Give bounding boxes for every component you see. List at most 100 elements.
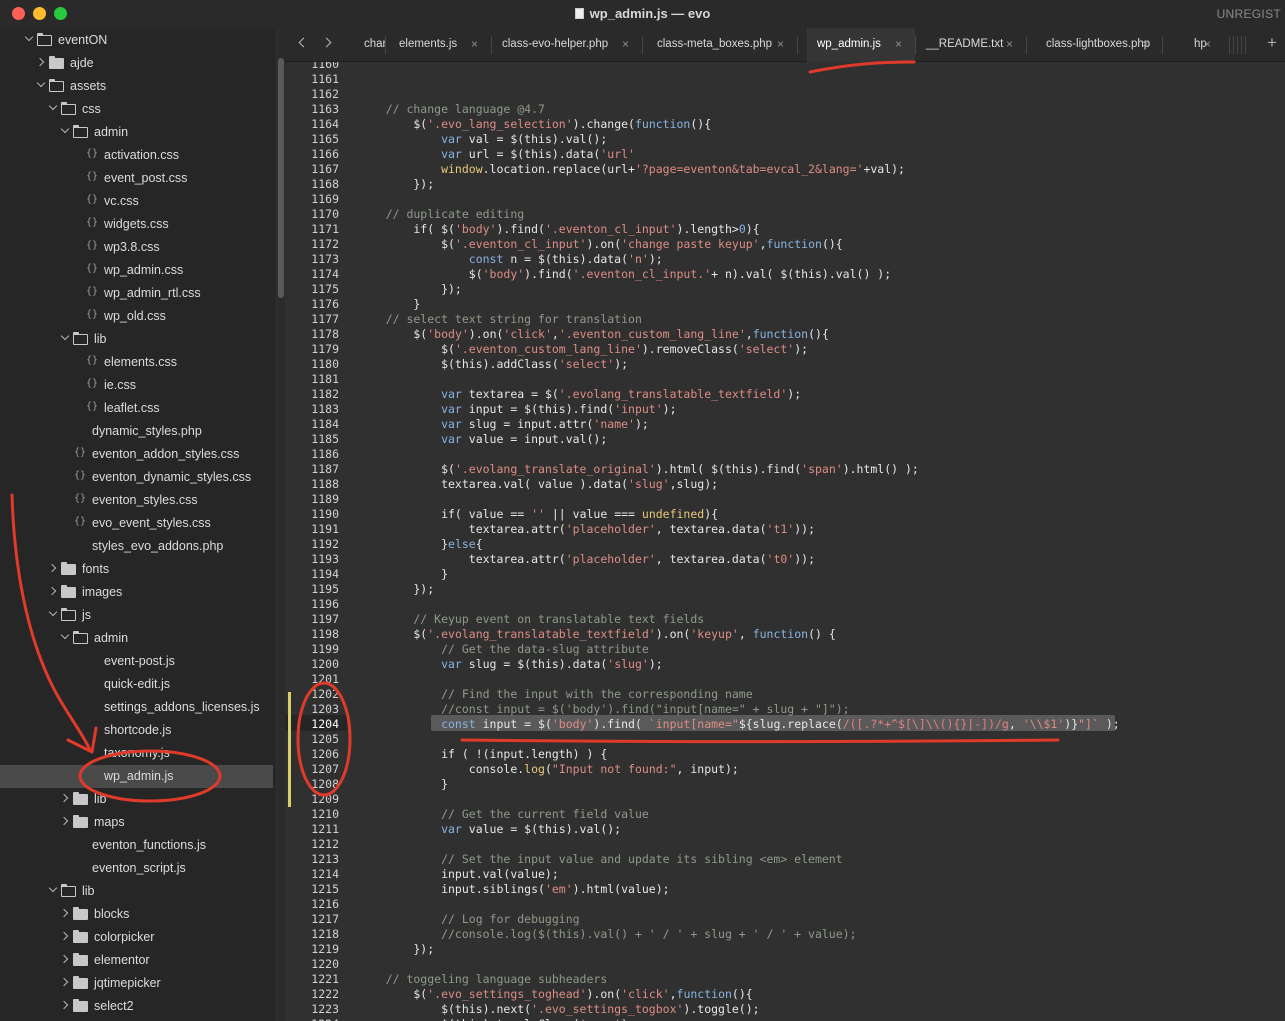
- code-editor[interactable]: 1160 1161 1162 1163 1164 1165 1166 1167 1168 1169…: [285, 62, 1285, 1021]
- chevron-down-icon[interactable]: [61, 632, 70, 641]
- sidebar-item[interactable]: {} wp_admin.css: [0, 259, 273, 282]
- code-line[interactable]: console.log("Input not found:", input);: [358, 762, 739, 776]
- code-line[interactable]: // toggeling language subheaders: [358, 972, 608, 986]
- sidebar-item[interactable]: {} vc.css: [0, 190, 273, 213]
- sidebar-item[interactable]: {} event_post.css: [0, 167, 273, 190]
- code-line[interactable]: });: [358, 177, 434, 191]
- code-line[interactable]: input.siblings('em').html(value);: [358, 882, 670, 896]
- code-line[interactable]: var slug = $(this).data('slug');: [358, 657, 663, 671]
- sidebar-item[interactable]: {} eventon_styles.css: [0, 489, 273, 512]
- sidebar-item[interactable]: quick-edit.js: [0, 673, 273, 696]
- code-line[interactable]: // Find the input with the corresponding…: [358, 687, 753, 701]
- chevron-right-icon[interactable]: [61, 977, 70, 986]
- tab[interactable]: char: [361, 28, 386, 62]
- sidebar-item[interactable]: wp_admin.js: [0, 765, 273, 788]
- code-line[interactable]: const input = $('body').find( `input[nam…: [358, 717, 1120, 731]
- code-line[interactable]: $('.evolang_translatable_textfield').on(…: [358, 627, 835, 641]
- sidebar-item[interactable]: {} evo_event_styles.css: [0, 512, 273, 535]
- tab[interactable]: __README.txt ×: [916, 28, 1026, 62]
- chevron-right-icon[interactable]: [61, 954, 70, 963]
- code-line[interactable]: }else{: [358, 537, 483, 551]
- code-line[interactable]: // duplicate editing: [358, 207, 524, 221]
- chevron-right-icon[interactable]: [61, 816, 70, 825]
- tab-forward-icon[interactable]: [321, 36, 335, 50]
- code-line[interactable]: textarea.attr('placeholder', textarea.da…: [358, 552, 815, 566]
- chevron-down-icon[interactable]: [25, 34, 34, 43]
- sidebar-item[interactable]: {} wp_admin_rtl.css: [0, 282, 273, 305]
- tab[interactable]: elements.js ×: [389, 28, 491, 62]
- new-tab-icon[interactable]: +: [1267, 33, 1277, 53]
- code-line[interactable]: // Set the input value and update its si…: [358, 852, 843, 866]
- code-line[interactable]: $(this).toggleClass('open');: [358, 1017, 635, 1021]
- code-line[interactable]: }: [358, 297, 420, 311]
- code-line[interactable]: }: [358, 777, 448, 791]
- sidebar-scrollbar[interactable]: [277, 28, 285, 1021]
- close-tab-icon[interactable]: ×: [1142, 37, 1149, 51]
- sidebar-item[interactable]: {} wp_old.css: [0, 305, 273, 328]
- code-line[interactable]: $('body').on('click','.eventon_custom_la…: [358, 327, 829, 341]
- code-line[interactable]: //const input = $('body').find("input[na…: [358, 702, 850, 716]
- sidebar-item[interactable]: shortcode.js: [0, 719, 273, 742]
- sidebar-item[interactable]: {} ie.css: [0, 374, 273, 397]
- sidebar-item[interactable]: {} activation.css: [0, 144, 273, 167]
- chevron-down-icon[interactable]: [49, 609, 58, 618]
- close-tab-icon[interactable]: ×: [895, 37, 902, 51]
- sidebar-item[interactable]: {} widgets.css: [0, 213, 273, 236]
- close-tab-icon[interactable]: ×: [471, 37, 478, 51]
- code-line[interactable]: input.val(value);: [358, 867, 559, 881]
- sidebar-item[interactable]: blocks: [0, 903, 273, 926]
- sidebar-item[interactable]: lib: [0, 788, 273, 811]
- chevron-right-icon[interactable]: [61, 908, 70, 917]
- sidebar-item[interactable]: fonts: [0, 558, 273, 581]
- code-line[interactable]: $('body').find('.eventon_cl_input.'+ n).…: [358, 267, 891, 281]
- chevron-down-icon[interactable]: [49, 885, 58, 894]
- chevron-down-icon[interactable]: [49, 103, 58, 112]
- code-line[interactable]: $('.eventon_cl_input').on('change paste …: [358, 237, 843, 251]
- sidebar-item[interactable]: styles_evo_addons.php: [0, 535, 273, 558]
- code-line[interactable]: const n = $(this).data('n');: [358, 252, 663, 266]
- code-line[interactable]: //console.log($(this).val() + ' / ' + sl…: [358, 927, 856, 941]
- chevron-right-icon[interactable]: [61, 1000, 70, 1009]
- code-line[interactable]: $('.evolang_translate_original').html( $…: [358, 462, 919, 476]
- tab-back-icon[interactable]: [295, 36, 309, 50]
- sidebar-item[interactable]: colorpicker: [0, 926, 273, 949]
- tab[interactable]: wp_admin.js ×: [807, 28, 915, 62]
- sidebar-item[interactable]: eventon_script.js: [0, 857, 273, 880]
- close-tab-icon[interactable]: ×: [622, 37, 629, 51]
- code-line[interactable]: var url = $(this).data('url': [358, 147, 635, 161]
- code-line[interactable]: var value = input.val();: [358, 432, 607, 446]
- tab[interactable]: class-lightboxes.php ×: [1036, 28, 1162, 62]
- chevron-right-icon[interactable]: [49, 563, 58, 572]
- sidebar-item[interactable]: {} leaflet.css: [0, 397, 273, 420]
- code-line[interactable]: var input = $(this).find('input');: [358, 402, 676, 416]
- chevron-right-icon[interactable]: [61, 793, 70, 802]
- sidebar-item[interactable]: images: [0, 581, 273, 604]
- sidebar-item[interactable]: css: [0, 98, 273, 121]
- code-line[interactable]: if( $('body').find('.eventon_cl_input').…: [358, 222, 759, 236]
- code-line[interactable]: textarea.attr('placeholder', textarea.da…: [358, 522, 815, 536]
- code-line[interactable]: var value = $(this).val();: [358, 822, 621, 836]
- chevron-right-icon[interactable]: [49, 586, 58, 595]
- code-line[interactable]: $('.evo_settings_toghead').on('click',fu…: [358, 987, 752, 1001]
- code-line[interactable]: });: [358, 582, 434, 596]
- close-tab-icon[interactable]: ×: [777, 37, 784, 51]
- code-line[interactable]: // select text string for translation: [358, 312, 642, 326]
- code-line[interactable]: // Get the data-slug attribute: [358, 642, 649, 656]
- sidebar-item[interactable]: assets: [0, 75, 273, 98]
- sidebar-item[interactable]: maps: [0, 811, 273, 834]
- close-tab-icon[interactable]: ×: [1204, 37, 1211, 51]
- sidebar-item[interactable]: admin: [0, 627, 273, 650]
- code-line[interactable]: var slug = input.attr('name');: [358, 417, 649, 431]
- sidebar-item[interactable]: lib: [0, 328, 273, 351]
- code-line[interactable]: $('.evo_lang_selection').change(function…: [358, 117, 711, 131]
- tab[interactable]: class-evo-helper.php ×: [492, 28, 642, 62]
- sidebar-item[interactable]: {} elements.css: [0, 351, 273, 374]
- sidebar-item[interactable]: select2: [0, 995, 273, 1018]
- code-line[interactable]: $(this).next('.evo_settings_togbox').tog…: [358, 1002, 760, 1016]
- code-line[interactable]: }: [358, 567, 448, 581]
- code-line[interactable]: });: [358, 942, 434, 956]
- tab[interactable]: hp ×: [1184, 28, 1224, 62]
- code-line[interactable]: // Log for debugging: [358, 912, 579, 926]
- code-line[interactable]: // change language @4.7: [358, 102, 545, 116]
- code-line[interactable]: if ( !(input.length) ) {: [358, 747, 607, 761]
